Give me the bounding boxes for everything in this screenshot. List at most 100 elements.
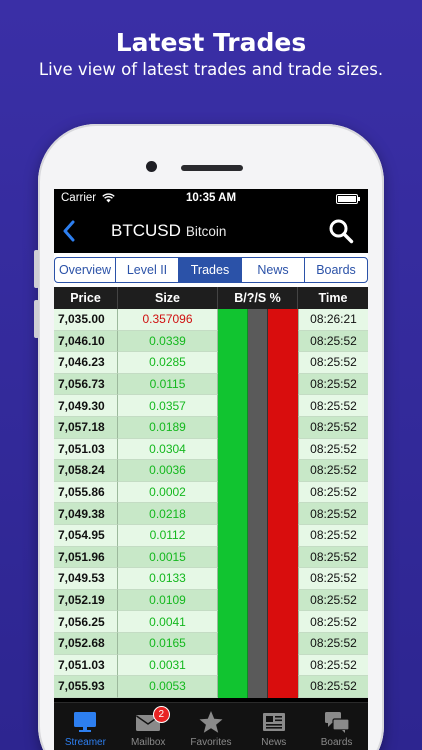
star-icon (198, 710, 224, 734)
bottom-tab-bar: Streamer 2 Mailbox Favorites News Boards (54, 702, 368, 750)
volume-up-button (34, 250, 39, 288)
tabbar-item-news[interactable]: News (242, 703, 305, 750)
table-row[interactable]: 7,052.19 0.0109 08:25:52 (54, 589, 368, 612)
buy-sell-bar (218, 568, 298, 590)
trade-time: 08:25:52 (298, 611, 368, 633)
trade-time: 08:25:52 (298, 632, 368, 655)
buy-sell-bar (218, 481, 298, 504)
tabbar-item-favorites[interactable]: Favorites (180, 703, 243, 750)
buy-sell-bar (218, 395, 298, 417)
table-row[interactable]: 7,056.73 0.0115 08:25:52 (54, 373, 368, 396)
buy-segment (218, 460, 248, 482)
table-row[interactable]: 7,055.86 0.0002 08:25:52 (54, 481, 368, 504)
tab-trades[interactable]: Trades (178, 257, 242, 283)
trade-size: 0.0115 (118, 373, 218, 396)
tab-overview[interactable]: Overview (54, 257, 116, 283)
neutral-segment (248, 676, 268, 698)
table-row[interactable]: 7,056.25 0.0041 08:25:52 (54, 611, 368, 633)
sell-segment (268, 373, 298, 396)
trade-time: 08:25:52 (298, 481, 368, 504)
buy-sell-bar (218, 330, 298, 353)
header-buy-sell-pct[interactable]: B/?/S % (218, 287, 298, 309)
table-row[interactable]: 7,046.23 0.0285 08:25:52 (54, 352, 368, 374)
trade-price: 7,046.10 (54, 330, 118, 353)
trade-size: 0.0357 (118, 395, 218, 417)
sell-segment (268, 503, 298, 525)
tabbar-item-boards[interactable]: Boards (305, 703, 368, 750)
buy-segment (218, 568, 248, 590)
app-screen: Carrier 10:35 AM BTCUSD Bitcoin Overview… (54, 189, 368, 750)
neutral-segment (248, 589, 268, 612)
trade-price: 7,058.24 (54, 460, 118, 482)
neutral-segment (248, 416, 268, 439)
trade-size: 0.0036 (118, 460, 218, 482)
trade-price: 7,055.86 (54, 481, 118, 504)
trade-size: 0.0304 (118, 438, 218, 461)
tabbar-label: Favorites (190, 737, 232, 748)
tab-level-ii[interactable]: Level II (115, 257, 179, 283)
buy-sell-bar (218, 460, 298, 482)
neutral-segment (248, 568, 268, 590)
trade-time: 08:25:52 (298, 676, 368, 698)
promo-title: Latest Trades (115, 28, 307, 57)
buy-segment (218, 395, 248, 417)
table-row[interactable]: 7,054.95 0.0112 08:25:52 (54, 524, 368, 547)
sell-segment (268, 611, 298, 633)
tab-news[interactable]: News (241, 257, 305, 283)
trade-size: 0.0112 (118, 524, 218, 547)
trade-price: 7,051.03 (54, 438, 118, 461)
tab-label: Level II (126, 263, 168, 277)
trade-size: 0.0133 (118, 568, 218, 590)
buy-sell-bar (218, 589, 298, 612)
tab-label: Overview (58, 263, 112, 277)
trade-size: 0.0109 (118, 589, 218, 612)
trade-time: 08:25:52 (298, 524, 368, 547)
table-row[interactable]: 7,052.68 0.0165 08:25:52 (54, 632, 368, 655)
buy-sell-bar (218, 676, 298, 698)
table-row[interactable]: 7,049.53 0.0133 08:25:52 (54, 568, 368, 590)
tabbar-item-mailbox[interactable]: 2 Mailbox (117, 703, 180, 750)
buy-segment (218, 352, 248, 374)
back-chevron-icon[interactable] (61, 220, 77, 242)
tab-boards[interactable]: Boards (304, 257, 368, 283)
sell-segment (268, 568, 298, 590)
ticker-name: Bitcoin (185, 224, 227, 239)
trade-time: 08:26:21 (298, 309, 368, 331)
trade-price: 7,054.95 (54, 524, 118, 547)
sell-segment (268, 589, 298, 612)
table-row[interactable]: 7,055.93 0.0053 08:25:52 (54, 676, 368, 698)
buy-segment (218, 546, 248, 569)
table-row[interactable]: 7,051.96 0.0015 08:25:52 (54, 546, 368, 569)
table-row[interactable]: 7,046.10 0.0339 08:25:52 (54, 330, 368, 353)
sell-segment (268, 460, 298, 482)
sell-segment (268, 330, 298, 353)
buy-sell-bar (218, 309, 298, 331)
table-row[interactable]: 7,049.30 0.0357 08:25:52 (54, 395, 368, 417)
header-price[interactable]: Price (54, 287, 118, 309)
table-row[interactable]: 7,049.38 0.0218 08:25:52 (54, 503, 368, 525)
sell-segment (268, 352, 298, 374)
ticker-symbol: BTCUSD (111, 221, 181, 240)
table-row[interactable]: 7,051.03 0.0304 08:25:52 (54, 438, 368, 461)
tabbar-item-streamer[interactable]: Streamer (54, 703, 117, 750)
volume-down-button (34, 300, 39, 338)
table-row[interactable]: 7,058.24 0.0036 08:25:52 (54, 460, 368, 482)
table-row[interactable]: 7,051.03 0.0031 08:25:52 (54, 654, 368, 677)
buy-sell-bar (218, 632, 298, 655)
trade-size: 0.0218 (118, 503, 218, 525)
nav-title: BTCUSD Bitcoin (111, 221, 226, 241)
header-size[interactable]: Size (118, 287, 218, 309)
sell-segment (268, 481, 298, 504)
buy-segment (218, 589, 248, 612)
neutral-segment (248, 611, 268, 633)
search-icon[interactable] (328, 218, 354, 244)
table-row[interactable]: 7,035.00 0.357096 08:26:21 (54, 309, 368, 331)
tab-label: Boards (316, 263, 356, 277)
trade-price: 7,056.73 (54, 373, 118, 396)
table-row[interactable]: 7,057.18 0.0189 08:25:52 (54, 416, 368, 439)
unread-badge: 2 (152, 706, 170, 723)
header-time[interactable]: Time (298, 287, 368, 309)
trade-time: 08:25:52 (298, 654, 368, 677)
neutral-segment (248, 309, 268, 331)
segment-tabs: Overview Level II Trades News Boards (54, 253, 368, 287)
